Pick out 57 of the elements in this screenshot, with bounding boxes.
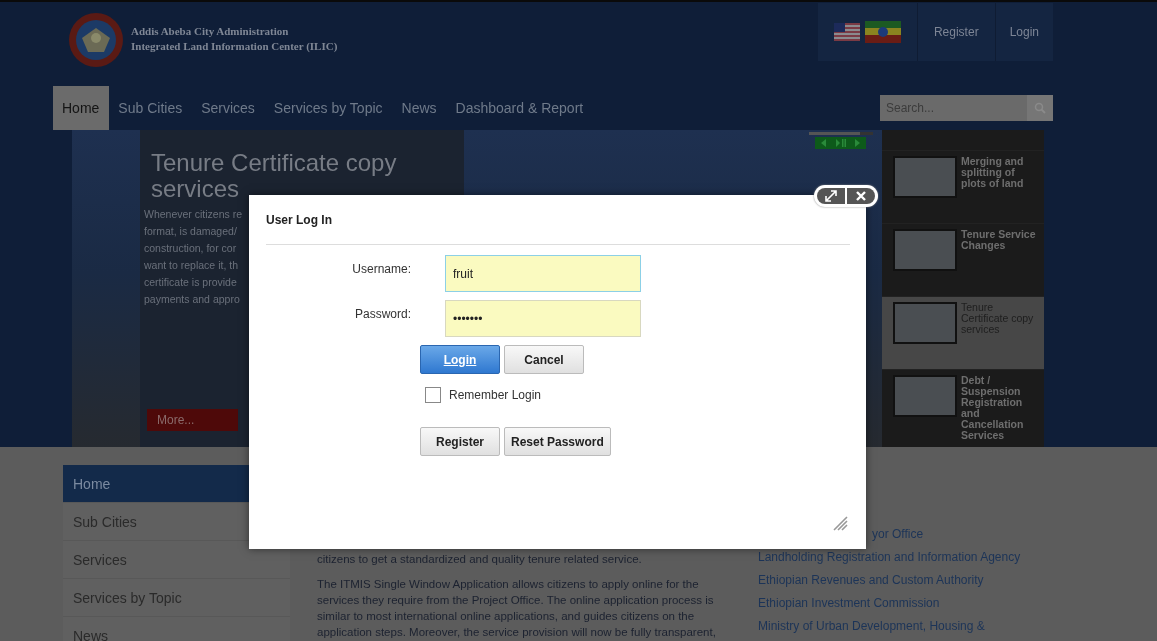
related-link[interactable]: yor Office bbox=[872, 527, 924, 541]
related-link[interactable]: Ministry of Urban Development, Housing & bbox=[758, 619, 985, 633]
slide-item-title: Debt / Suspension Registration and Cancellation Services bbox=[961, 375, 1025, 441]
slide-text: format, is damaged/ bbox=[144, 224, 237, 239]
slide-text: certificate is provide bbox=[144, 275, 237, 290]
nav-tab[interactable]: Dashboard & Report bbox=[446, 86, 594, 130]
prev-icon[interactable] bbox=[820, 139, 827, 147]
us-flag-icon[interactable] bbox=[833, 23, 860, 41]
reset-password-button[interactable]: Reset Password bbox=[504, 427, 611, 456]
maximize-button[interactable] bbox=[817, 188, 845, 204]
body-paragraph: The ITMIS Single Window Application allows citizens to apply online for the services they require from the Project Office. The online application process is similar to most international online applications, and guides citizens on the application steps. Moreover, the service provision will now be fully transparent, bbox=[317, 577, 717, 640]
nav-tab[interactable]: Services by Topic bbox=[264, 86, 393, 130]
related-link[interactable]: Ethiopian Revenues and Custom Authority bbox=[758, 573, 984, 587]
nav-tab[interactable]: News bbox=[392, 86, 447, 130]
close-button[interactable] bbox=[847, 188, 875, 204]
username-field[interactable]: fruit bbox=[445, 255, 641, 292]
slide-text: construction, for cor bbox=[144, 241, 237, 256]
related-link[interactable]: Landholding Registration and Information Agency bbox=[758, 550, 1021, 564]
related-link[interactable]: Ethiopian Investment Commission bbox=[758, 596, 940, 610]
close-icon bbox=[856, 191, 866, 201]
photo-placeholder bbox=[893, 375, 957, 417]
cancel-button[interactable]: Cancel bbox=[504, 345, 584, 374]
account-link[interactable]: Register bbox=[917, 3, 996, 61]
ethiopia-flag-icon[interactable] bbox=[864, 21, 901, 43]
slide-item[interactable]: Tenure Service Changes bbox=[882, 223, 1044, 296]
photo-placeholder bbox=[893, 229, 957, 271]
nav-tab[interactable]: Services bbox=[192, 86, 265, 130]
field-label: Password: bbox=[353, 306, 411, 321]
nav-tab[interactable]: Sub Cities bbox=[109, 86, 193, 130]
resize-grip-icon[interactable] bbox=[832, 515, 848, 531]
field-label: Username: bbox=[351, 261, 411, 276]
site-title: Integrated Land Information Center (ILIC) bbox=[131, 39, 338, 54]
slide-text: payments and appro bbox=[144, 292, 240, 307]
expand-icon bbox=[825, 190, 837, 202]
photo-placeholder bbox=[893, 302, 957, 344]
register-button[interactable]: Register bbox=[420, 427, 500, 456]
slide-text: want to replace it, th bbox=[144, 258, 238, 273]
site-title: Addis Abeba City Administration bbox=[131, 24, 290, 39]
slide-title: Tenure Certificate copy services bbox=[150, 150, 398, 202]
login-button[interactable]: Login bbox=[420, 345, 500, 374]
body-paragraph: citizens to get a standardized and quality tenure related service. bbox=[317, 552, 643, 567]
photo-placeholder bbox=[893, 156, 957, 198]
checkbox-label: Remember Login bbox=[449, 388, 542, 402]
nav-tab[interactable]: Home bbox=[53, 86, 110, 130]
slide-item-title: Tenure Service Changes bbox=[961, 229, 1037, 251]
slide-item[interactable]: Merging and splitting of plots of land bbox=[882, 150, 1044, 223]
slide-text: Whenever citizens re bbox=[144, 207, 243, 222]
slide-item-title: Merging and splitting of plots of land bbox=[961, 156, 1025, 189]
account-link[interactable]: Login bbox=[995, 3, 1053, 61]
more-button[interactable]: More... bbox=[147, 409, 238, 431]
next-icon[interactable] bbox=[854, 139, 861, 147]
remember-checkbox[interactable] bbox=[425, 387, 441, 403]
slide-item[interactable]: Debt / Suspension Registration and Cancellation Services bbox=[882, 369, 1044, 442]
password-field[interactable]: ••••••• bbox=[445, 300, 641, 337]
dialog-title: User Log In bbox=[266, 213, 333, 227]
emblem-logo-icon bbox=[68, 12, 124, 68]
pause-icon[interactable] bbox=[835, 139, 846, 147]
